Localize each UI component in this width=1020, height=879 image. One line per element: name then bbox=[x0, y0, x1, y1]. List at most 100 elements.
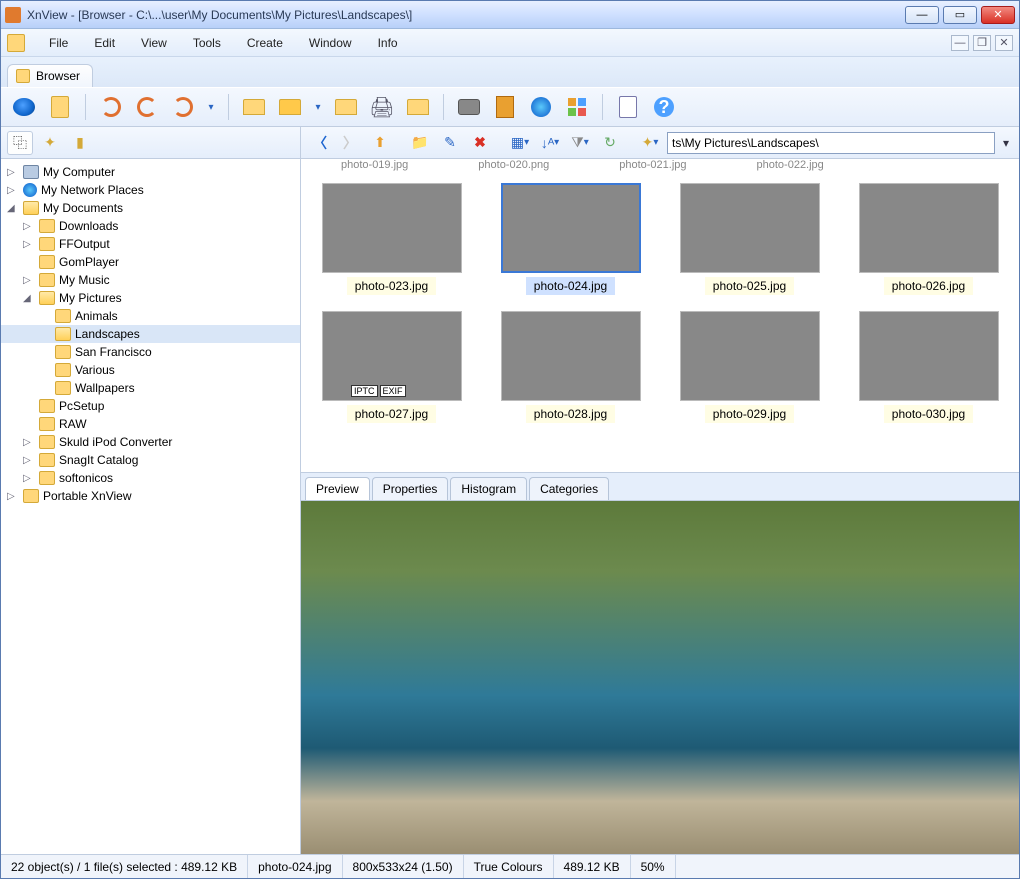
tree-item-skuld[interactable]: ▷Skuld iPod Converter bbox=[1, 433, 300, 451]
tree-item-pcsetup[interactable]: PcSetup bbox=[1, 397, 300, 415]
expand-icon[interactable]: ▷ bbox=[7, 167, 19, 178]
folder-tree[interactable]: ▷My Computer ▷My Network Places ◢My Docu… bbox=[1, 159, 300, 854]
thumbnail-item[interactable]: photo-030.jpg bbox=[844, 307, 1013, 427]
view-mode-button[interactable]: ▦▾ bbox=[507, 131, 533, 155]
new-doc-button[interactable] bbox=[45, 92, 75, 122]
sort-button[interactable]: ↓ᴬ▾ bbox=[537, 131, 563, 155]
browser-toolbar: 〈 〉 ⬆ 📁 ✎ ✖ ▦▾ ↓ᴬ▾ ⧩▾ ↻ ✦▾ ▾ bbox=[301, 127, 1019, 159]
menu-info[interactable]: Info bbox=[372, 32, 404, 54]
tree-item-network[interactable]: ▷My Network Places bbox=[1, 181, 300, 199]
tree-item-downloads[interactable]: ▷Downloads bbox=[1, 217, 300, 235]
collapse-icon[interactable]: ◢ bbox=[7, 203, 19, 214]
rotate-ccw-button[interactable] bbox=[96, 92, 126, 122]
tree-item-mypictures[interactable]: ◢My Pictures bbox=[1, 289, 300, 307]
filter-button[interactable]: ⧩▾ bbox=[567, 131, 593, 155]
tree-item-mydocuments[interactable]: ◢My Documents bbox=[1, 199, 300, 217]
thumbnail-item[interactable]: photo-023.jpg bbox=[307, 179, 476, 299]
menu-edit[interactable]: Edit bbox=[88, 32, 121, 54]
refresh-button[interactable]: ↻ bbox=[597, 131, 623, 155]
collapse-icon[interactable]: ◢ bbox=[23, 293, 35, 304]
menu-file[interactable]: File bbox=[43, 32, 74, 54]
preview-area[interactable] bbox=[301, 501, 1019, 854]
tree-item-sanfrancisco[interactable]: San Francisco bbox=[1, 343, 300, 361]
menu-create[interactable]: Create bbox=[241, 32, 289, 54]
expand-icon[interactable]: ▷ bbox=[7, 185, 19, 196]
view-fullscreen-button[interactable] bbox=[9, 92, 39, 122]
tree-item-ffoutput[interactable]: ▷FFOutput bbox=[1, 235, 300, 253]
tree-item-wallpapers[interactable]: Wallpapers bbox=[1, 379, 300, 397]
tree-item-mymusic[interactable]: ▷My Music bbox=[1, 271, 300, 289]
menu-tools[interactable]: Tools bbox=[187, 32, 227, 54]
nav-up-button[interactable]: ⬆ bbox=[367, 131, 393, 155]
tab-label: Browser bbox=[36, 69, 80, 83]
tree-bookmark-button[interactable]: ▮ bbox=[67, 131, 93, 155]
folder-icon bbox=[16, 69, 30, 83]
folder-icon bbox=[39, 237, 55, 251]
batch-dropdown[interactable]: ▾ bbox=[311, 92, 325, 122]
expand-icon[interactable]: ▷ bbox=[23, 473, 35, 484]
tree-item-raw[interactable]: RAW bbox=[1, 415, 300, 433]
capture-button[interactable] bbox=[454, 92, 484, 122]
menu-window[interactable]: Window bbox=[303, 32, 358, 54]
expand-icon[interactable]: ▷ bbox=[23, 455, 35, 466]
app-icon bbox=[5, 7, 21, 23]
search-button[interactable] bbox=[331, 92, 361, 122]
tree-item-softonicos[interactable]: ▷softonicos bbox=[1, 469, 300, 487]
nav-back-button[interactable]: 〈 bbox=[307, 131, 333, 155]
tree-item-snagit[interactable]: ▷SnagIt Catalog bbox=[1, 451, 300, 469]
path-dropdown[interactable]: ▾ bbox=[999, 136, 1013, 150]
tab-categories[interactable]: Categories bbox=[529, 477, 609, 500]
thumbnail-item[interactable]: photo-026.jpg bbox=[844, 179, 1013, 299]
minimize-button[interactable]: — bbox=[905, 6, 939, 24]
tab-histogram[interactable]: Histogram bbox=[450, 477, 527, 500]
slideshow-button[interactable] bbox=[490, 92, 520, 122]
tree-item-various[interactable]: Various bbox=[1, 361, 300, 379]
rotate-cw-button[interactable] bbox=[132, 92, 162, 122]
rotate-lossless-button[interactable] bbox=[168, 92, 198, 122]
rotate-dropdown[interactable]: ▾ bbox=[204, 92, 218, 122]
mdi-close-button[interactable]: ✕ bbox=[995, 35, 1013, 51]
export-button[interactable] bbox=[403, 92, 433, 122]
batch-rename-button[interactable] bbox=[275, 92, 305, 122]
maximize-button[interactable]: ▭ bbox=[943, 6, 977, 24]
help-button[interactable]: ? bbox=[649, 92, 679, 122]
tree-item-mycomputer[interactable]: ▷My Computer bbox=[1, 163, 300, 181]
favorites-button[interactable]: ✦▾ bbox=[637, 131, 663, 155]
tree-item-gomplayer[interactable]: GomPlayer bbox=[1, 253, 300, 271]
edit-button[interactable]: ✎ bbox=[437, 131, 463, 155]
tree-item-landscapes[interactable]: Landscapes bbox=[1, 325, 300, 343]
thumbnail-item[interactable]: photo-028.jpg bbox=[486, 307, 655, 427]
tree-favorites-button[interactable]: ✦ bbox=[37, 131, 63, 155]
print-button[interactable]: 🖨 bbox=[367, 92, 397, 122]
tree-copy-button[interactable]: ⿻ bbox=[7, 131, 33, 155]
chevron-down-icon: ▾ bbox=[524, 137, 529, 148]
mdi-restore-button[interactable]: ❐ bbox=[973, 35, 991, 51]
thumbnail-item[interactable]: photo-029.jpg bbox=[665, 307, 834, 427]
expand-icon[interactable]: ▷ bbox=[23, 239, 35, 250]
compare-button[interactable] bbox=[562, 92, 592, 122]
menu-view[interactable]: View bbox=[135, 32, 173, 54]
tab-properties[interactable]: Properties bbox=[372, 477, 449, 500]
close-button[interactable]: ✕ bbox=[981, 6, 1015, 24]
thumbnail-item[interactable]: photo-024.jpg bbox=[486, 179, 655, 299]
tab-browser[interactable]: Browser bbox=[7, 64, 93, 87]
web-button[interactable] bbox=[526, 92, 556, 122]
thumbnails-area[interactable]: photo-023.jpg photo-024.jpg photo-025.jp… bbox=[301, 173, 1019, 473]
options-button[interactable] bbox=[613, 92, 643, 122]
thumbnail-item[interactable]: photo-025.jpg bbox=[665, 179, 834, 299]
tree-item-portable[interactable]: ▷Portable XnView bbox=[1, 487, 300, 505]
batch-convert-button[interactable] bbox=[239, 92, 269, 122]
new-folder-button[interactable]: 📁 bbox=[407, 131, 433, 155]
tab-preview[interactable]: Preview bbox=[305, 477, 370, 500]
expand-icon[interactable]: ▷ bbox=[23, 275, 35, 286]
thumbnail-item[interactable]: IPTC EXIF photo-027.jpg bbox=[307, 307, 476, 427]
expand-icon[interactable]: ▷ bbox=[23, 221, 35, 232]
nav-forward-button[interactable]: 〉 bbox=[337, 131, 363, 155]
path-input[interactable] bbox=[667, 132, 995, 154]
page-icon bbox=[619, 96, 637, 118]
expand-icon[interactable]: ▷ bbox=[7, 491, 19, 502]
delete-button[interactable]: ✖ bbox=[467, 131, 493, 155]
sort-icon: ↓ᴬ bbox=[541, 135, 554, 151]
mdi-minimize-button[interactable]: — bbox=[951, 35, 969, 51]
expand-icon[interactable]: ▷ bbox=[23, 437, 35, 448]
